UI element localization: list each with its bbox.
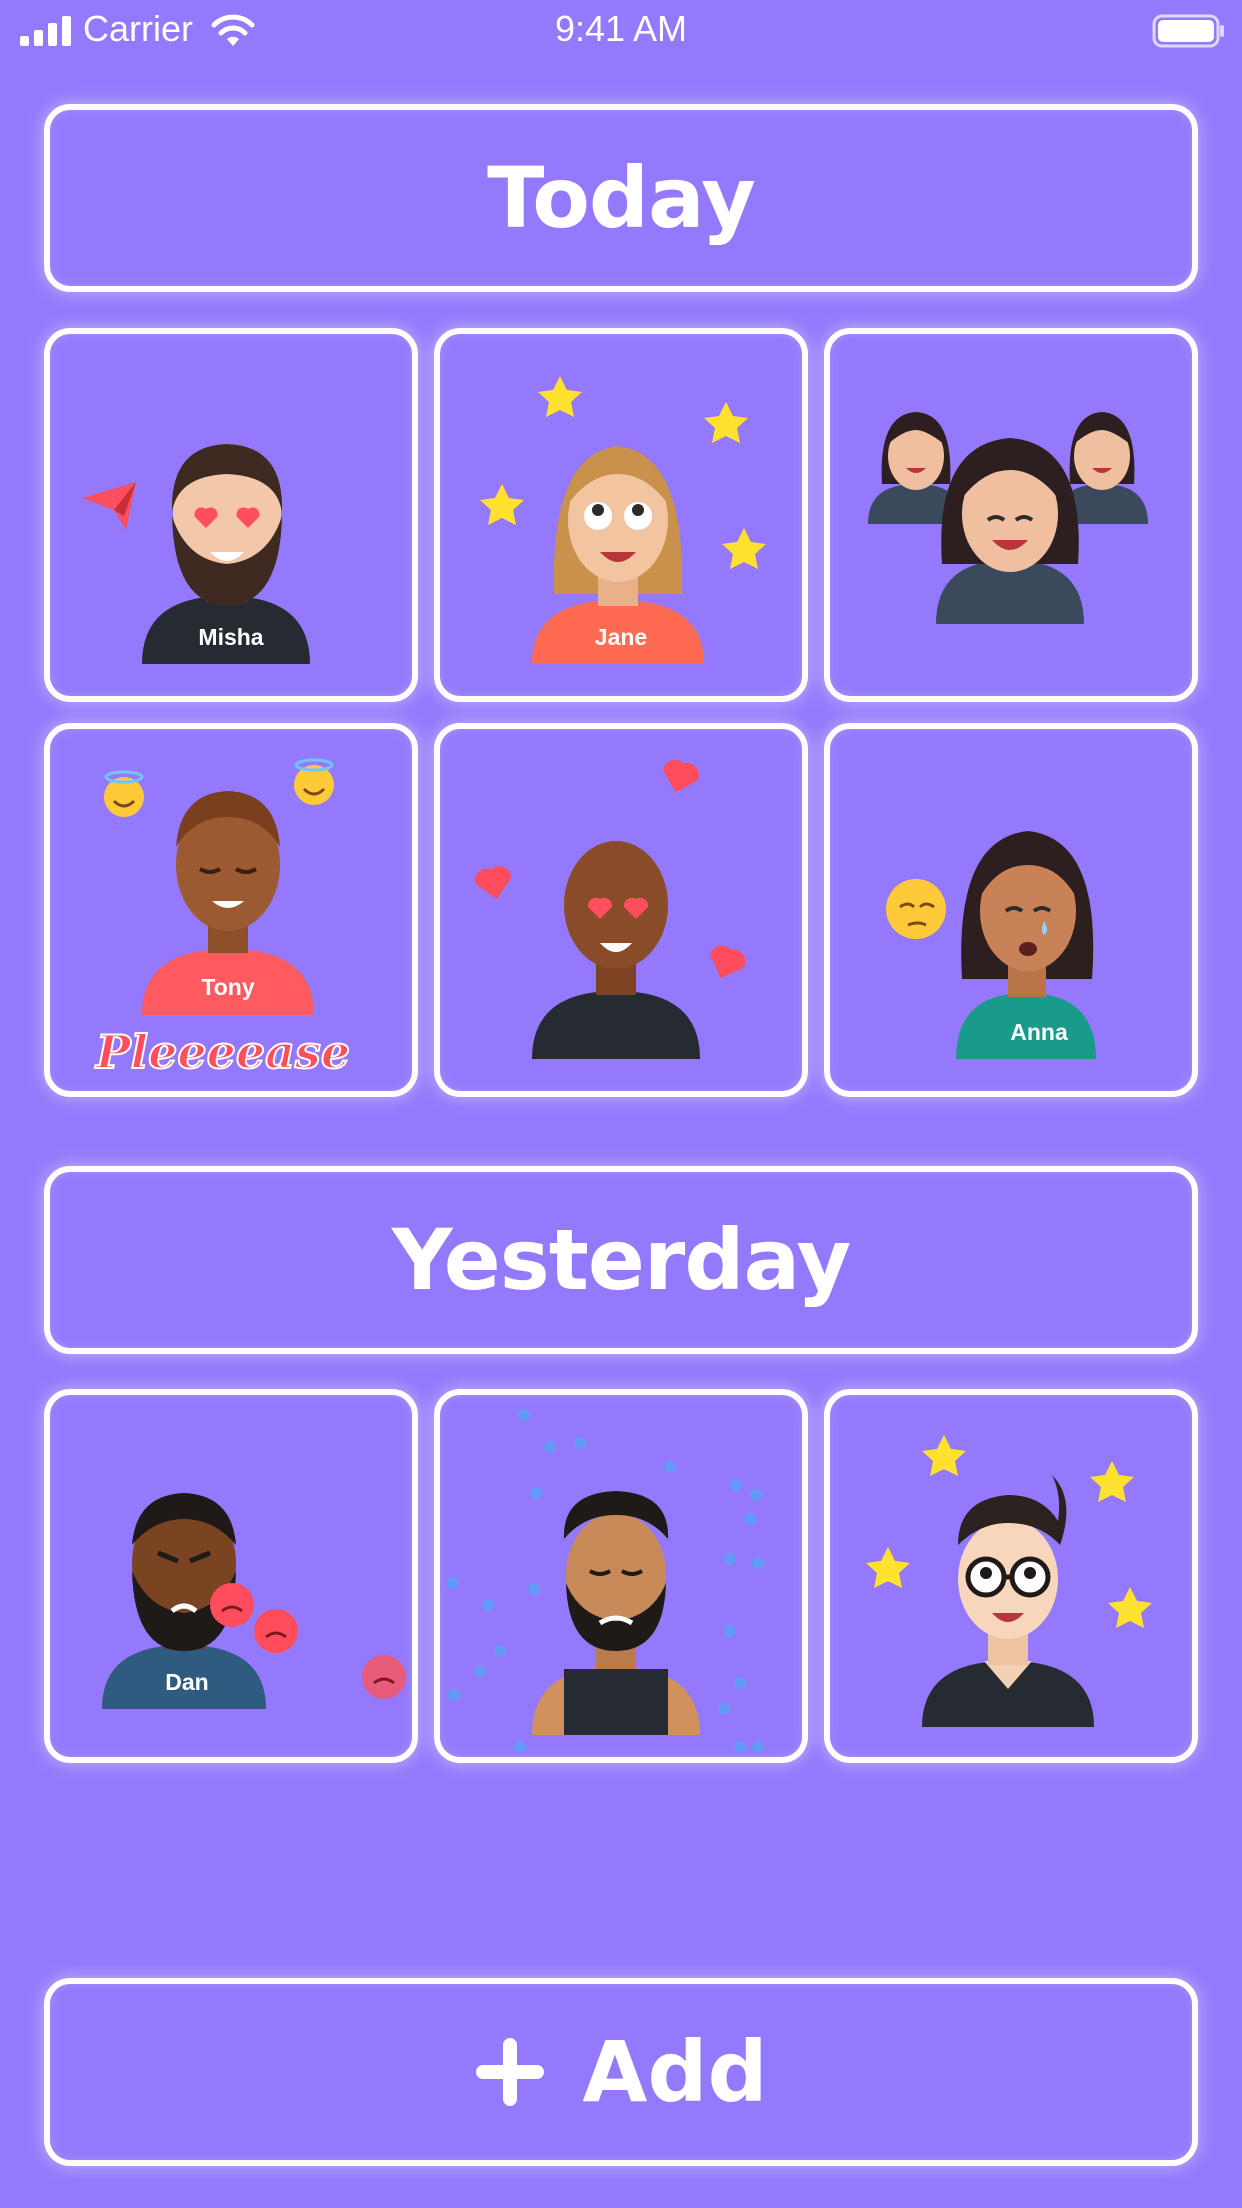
star-icon: [538, 376, 582, 417]
angry-emoji: [210, 1583, 254, 1627]
status-bar: Carrier 9:41 AM: [0, 0, 1242, 60]
add-button-label: Add: [582, 2023, 768, 2121]
star-icon: [722, 528, 766, 569]
glasses-avatar: [866, 1435, 1152, 1727]
group-avatar: [868, 412, 1148, 624]
avatar-name: Tony: [201, 974, 255, 1000]
dan-avatar: [102, 1493, 406, 1709]
battery-icon: [1152, 14, 1224, 48]
star-icon: [704, 402, 748, 443]
hearts-avatar: [475, 759, 746, 1059]
star-icon: [1108, 1587, 1152, 1628]
avatar-name: Misha: [198, 624, 264, 650]
pensive-emoji: [886, 879, 946, 939]
smiling-halo-emoji: [294, 758, 334, 805]
angry-emoji: [254, 1609, 298, 1653]
star-icon: [480, 484, 524, 525]
avatar-name: Jane: [594, 624, 648, 650]
heart-icon: [710, 945, 746, 979]
section-header-today: Today: [44, 104, 1198, 292]
avatar-name: Anna: [1010, 1019, 1068, 1045]
smiling-halo-emoji: [104, 770, 144, 817]
memoji-tile-dan[interactable]: Dan: [44, 1389, 418, 1763]
memoji-tile-glasses[interactable]: [824, 1389, 1198, 1763]
section-header-yesterday: Yesterday: [44, 1166, 1198, 1354]
star-icon: [1090, 1461, 1134, 1502]
add-button[interactable]: Add: [44, 1978, 1198, 2166]
caption-sticker: Pleeeease: [95, 1024, 351, 1080]
memoji-tile-hearts[interactable]: [434, 723, 808, 1097]
memoji-tile-tony[interactable]: Tony Pleeeease: [44, 723, 418, 1097]
section-title: Yesterday: [391, 1211, 852, 1309]
plus-icon: [476, 2038, 545, 2106]
status-time: 9:41 AM: [554, 8, 688, 49]
section-title: Today: [487, 149, 756, 247]
tears-avatar: [446, 1409, 764, 1753]
avatar-name: Dan: [165, 1669, 209, 1695]
memoji-tile-anna[interactable]: Anna: [824, 723, 1198, 1097]
heart-icon: [663, 759, 699, 793]
paper-plane-icon: [82, 482, 136, 530]
memoji-tile-tears[interactable]: [434, 1389, 808, 1763]
memoji-tile-jane[interactable]: Jane: [434, 328, 808, 702]
angry-emoji: [362, 1655, 406, 1699]
star-icon: [922, 1435, 966, 1476]
heart-icon: [475, 866, 512, 899]
star-icon: [866, 1547, 910, 1588]
memoji-tile-group[interactable]: [824, 328, 1198, 702]
memoji-tile-misha[interactable]: Misha: [44, 328, 418, 702]
